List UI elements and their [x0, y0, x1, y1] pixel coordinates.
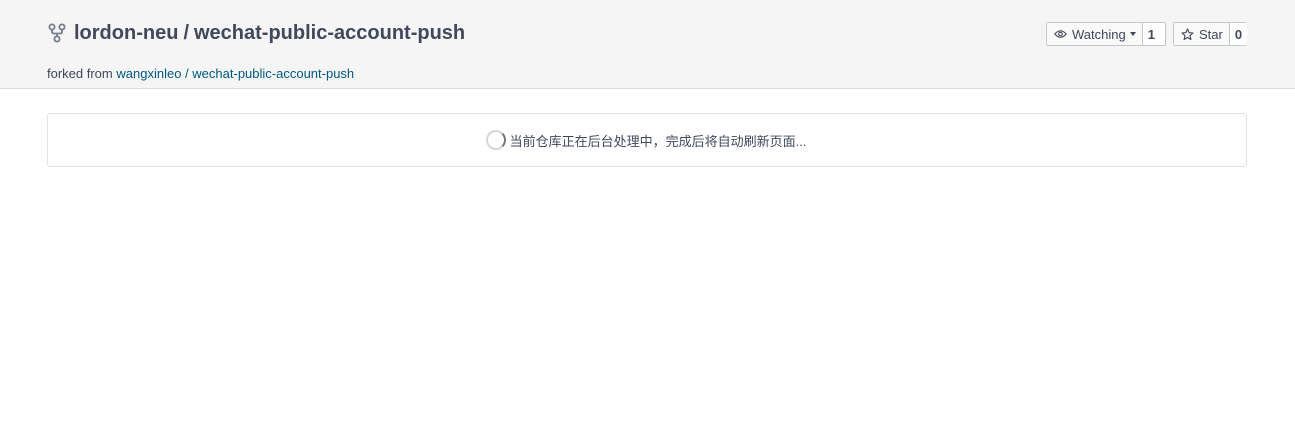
- star-icon: [1181, 27, 1194, 41]
- processing-notice-text: 当前仓库正在后台处理中，完成后将自动刷新页面...: [509, 133, 807, 149]
- fork-icon: [48, 22, 68, 44]
- star-count[interactable]: 0: [1228, 23, 1248, 45]
- repo-owner-link[interactable]: lordon-neu: [74, 22, 178, 44]
- forked-from-line: forked from wangxinleo / wechat-public-a…: [47, 66, 354, 81]
- star-label: Star: [1199, 26, 1223, 42]
- eye-icon: [1054, 29, 1067, 39]
- star-button[interactable]: Star: [1174, 23, 1229, 45]
- chevron-down-icon: [1129, 32, 1136, 36]
- watch-label: Watching: [1072, 26, 1126, 42]
- watch-button[interactable]: Watching: [1047, 23, 1142, 45]
- watch-count[interactable]: 1: [1141, 23, 1160, 45]
- loading-spinner-icon: [485, 130, 506, 150]
- repo-header: lordon-neu / wechat-public-account-push fo…: [0, 0, 1295, 89]
- processing-notice: 当前仓库正在后台处理中，完成后将自动刷新页面...: [47, 113, 1247, 167]
- repo-title: lordon-neu / wechat-public-account-push: [48, 19, 465, 47]
- star-button-group: Star 0: [1173, 22, 1248, 46]
- forked-owner-link[interactable]: wangxinleo: [116, 66, 181, 81]
- forked-repo-link[interactable]: wechat-public-account-push: [192, 66, 354, 81]
- repo-name-link[interactable]: wechat-public-account-push: [194, 22, 465, 44]
- title-separator: /: [183, 21, 189, 44]
- forked-from-label: forked from: [47, 66, 113, 81]
- watch-button-group: Watching 1: [1046, 22, 1166, 46]
- forked-separator: /: [185, 66, 189, 81]
